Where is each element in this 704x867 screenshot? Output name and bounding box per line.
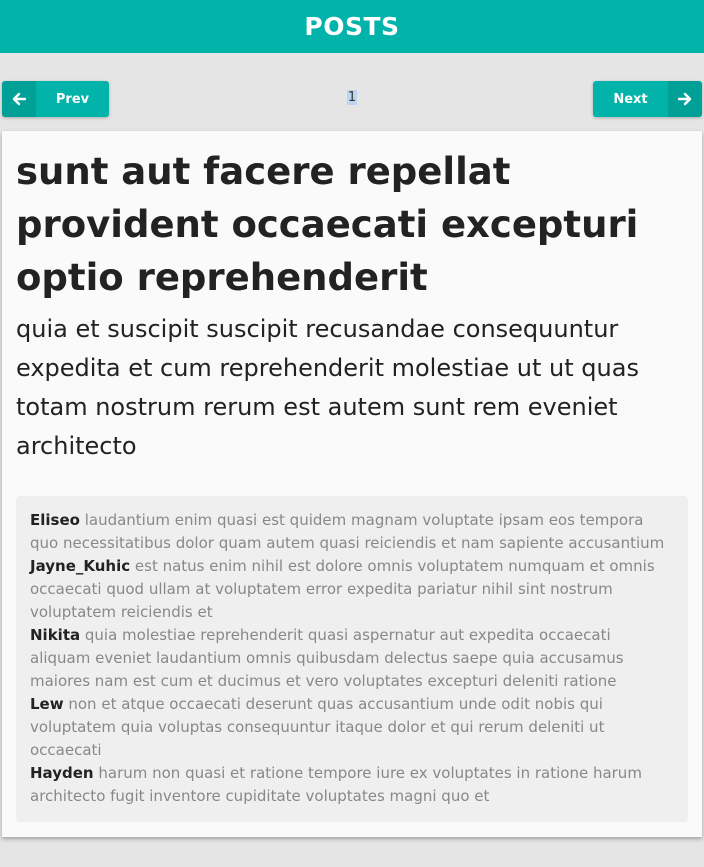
- comment-author: Hayden: [30, 764, 94, 782]
- comment-item: Hayden harum non quasi et ratione tempor…: [30, 762, 674, 808]
- current-page-number: 1: [346, 90, 358, 105]
- post-card: sunt aut facere repellat provident occae…: [2, 131, 702, 837]
- page-title: POSTS: [304, 12, 400, 41]
- comment-author: Jayne_Kuhic: [30, 557, 131, 575]
- comment-author: Lew: [30, 695, 64, 713]
- comment-item: Lew non et atque occaecati deserunt quas…: [30, 693, 674, 762]
- page-number-indicator: 1: [0, 90, 704, 105]
- comment-author: Nikita: [30, 626, 81, 644]
- comment-item: Nikita quia molestiae reprehenderit quas…: [30, 624, 674, 693]
- comment-text: laudantium enim quasi est quidem magnam …: [30, 511, 665, 552]
- comment-text: non et atque occaecati deserunt quas acc…: [30, 695, 605, 759]
- comment-author: Eliseo: [30, 511, 80, 529]
- comment-item: Eliseo laudantium enim quasi est quidem …: [30, 509, 674, 555]
- post-body: quia et suscipit suscipit recusandae con…: [16, 315, 639, 460]
- post-title: sunt aut facere repellat provident occae…: [16, 150, 639, 299]
- comments-list: Eliseo laudantium enim quasi est quidem …: [16, 496, 688, 822]
- comment-text: quia molestiae reprehenderit quasi asper…: [30, 626, 624, 690]
- comment-item: Jayne_Kuhic est natus enim nihil est dol…: [30, 555, 674, 624]
- comment-text: harum non quasi et ratione tempore iure …: [30, 764, 642, 805]
- app-header: POSTS: [0, 0, 704, 53]
